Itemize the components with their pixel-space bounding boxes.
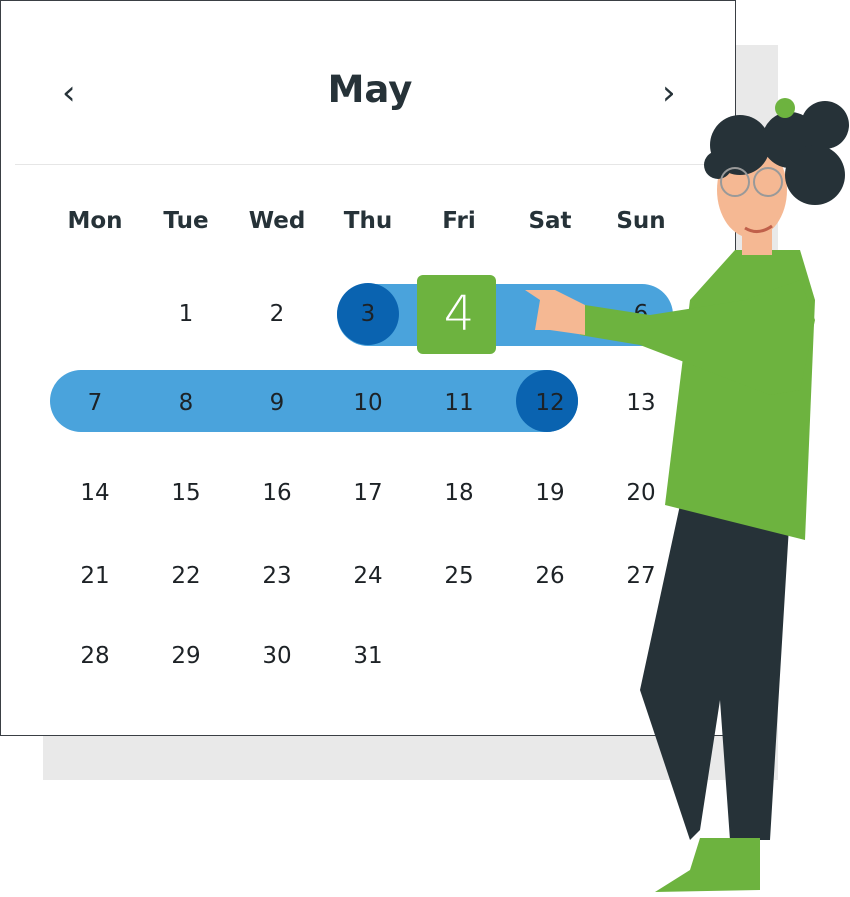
person-illustration: [525, 98, 849, 892]
